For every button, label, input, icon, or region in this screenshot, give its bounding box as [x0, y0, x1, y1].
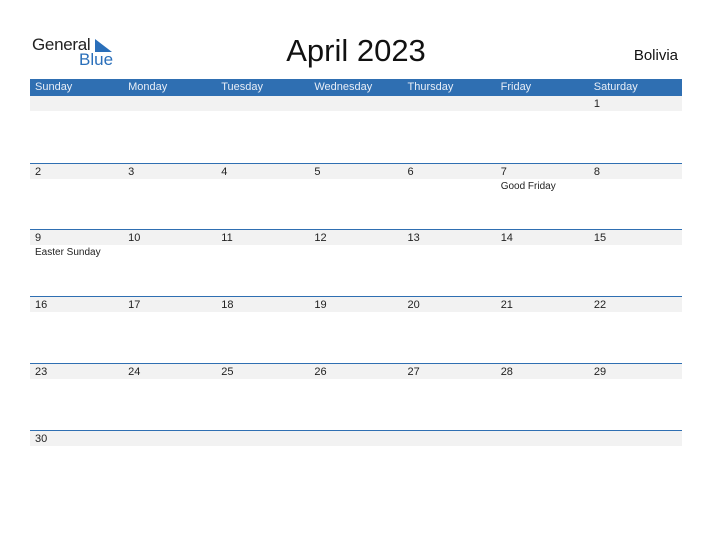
day-cell: 5	[309, 163, 402, 230]
day-cell: 4	[216, 163, 309, 230]
day-number: 13	[407, 232, 420, 244]
day-cell: 2	[30, 163, 123, 230]
week-row: 30	[30, 430, 682, 497]
day-cell	[309, 96, 402, 163]
day-cell: 20	[403, 296, 496, 363]
day-number: 29	[593, 366, 607, 378]
week-row: 16 17 18 19 20 21 22	[30, 296, 682, 363]
day-cell: 16	[30, 296, 123, 363]
day-cell	[309, 430, 402, 497]
day-number: 6	[407, 166, 414, 178]
day-cell: 26	[309, 363, 402, 430]
week-row: 1	[30, 96, 682, 163]
day-number: 28	[500, 366, 513, 378]
day-cell: 1	[589, 96, 682, 163]
day-cell: 18	[216, 296, 309, 363]
day-cell	[496, 96, 589, 163]
day-number: 10	[128, 232, 141, 244]
day-cell: 11	[216, 229, 309, 296]
day-number: 16	[35, 299, 48, 311]
holiday-label: Easter Sunday	[35, 247, 101, 258]
day-number: 25	[221, 366, 234, 378]
day-cell	[216, 430, 309, 497]
day-cell: 3	[123, 163, 216, 230]
day-number: 5	[314, 166, 321, 178]
page-title: April 2023	[286, 33, 426, 68]
country-label: Bolivia	[633, 47, 678, 64]
day-cell	[403, 430, 496, 497]
day-cell: 22	[589, 296, 682, 363]
day-number: 8	[593, 166, 600, 178]
day-cell	[589, 430, 682, 497]
day-number: 2	[35, 166, 42, 178]
day-number: 1	[593, 98, 600, 110]
day-cell: 14	[496, 229, 589, 296]
week-row: 2 3 4 5 6 7 Good Friday 8	[30, 163, 682, 230]
day-number: 15	[593, 232, 607, 244]
weekday-thursday: Thursday	[407, 81, 454, 93]
day-cell: 13	[403, 229, 496, 296]
day-cell: 10	[123, 229, 216, 296]
day-cell: 29	[589, 363, 682, 430]
day-cell: 7 Good Friday	[496, 163, 589, 230]
day-number: 4	[221, 166, 228, 178]
day-number: 23	[35, 366, 48, 378]
day-cell: 28	[496, 363, 589, 430]
day-cell: 21	[496, 296, 589, 363]
day-cell: 15	[589, 229, 682, 296]
day-number: 27	[407, 366, 420, 378]
day-cell: 17	[123, 296, 216, 363]
day-cell	[123, 430, 216, 497]
day-number: 18	[221, 299, 234, 311]
day-number: 12	[314, 232, 327, 244]
holiday-label: Good Friday	[500, 181, 556, 192]
day-number: 24	[128, 366, 141, 378]
day-cell: 30	[30, 430, 123, 497]
day-number: 26	[314, 366, 327, 378]
week-row: 9 Easter Sunday 10 11 12 13 14 15	[30, 229, 682, 296]
day-number: 17	[128, 299, 141, 311]
week-row: 23 24 25 26 27 28 29	[30, 363, 682, 430]
day-cell	[496, 430, 589, 497]
day-number: 14	[500, 232, 513, 244]
weekday-saturday: Saturday	[593, 81, 638, 93]
day-cell: 27	[403, 363, 496, 430]
day-cell	[403, 96, 496, 163]
day-cell: 9 Easter Sunday	[30, 229, 123, 296]
weekday-sunday: Sunday	[35, 81, 73, 93]
day-number: 21	[500, 299, 513, 311]
day-number: 30	[35, 433, 48, 445]
weekday-friday: Friday	[500, 81, 532, 93]
day-number: 22	[593, 299, 607, 311]
weekday-wednesday: Wednesday	[314, 81, 373, 93]
day-cell	[30, 96, 123, 163]
day-cell: 24	[123, 363, 216, 430]
day-cell: 23	[30, 363, 123, 430]
day-cell: 12	[309, 229, 402, 296]
day-number: 7	[500, 166, 507, 178]
day-number: 11	[221, 232, 233, 244]
day-cell: 8	[589, 163, 682, 230]
weekday-tuesday: Tuesday	[221, 81, 264, 93]
day-number: 9	[35, 232, 42, 244]
weekday-monday: Monday	[128, 81, 168, 93]
day-cell: 19	[309, 296, 402, 363]
day-number: 20	[407, 299, 420, 311]
day-cell: 6	[403, 163, 496, 230]
day-cell	[216, 96, 309, 163]
day-cell	[123, 96, 216, 163]
day-cell: 25	[216, 363, 309, 430]
day-number: 19	[314, 299, 327, 311]
weekday-header: Sunday Monday Tuesday Wednesday Thursday…	[30, 79, 682, 96]
day-number: 3	[128, 166, 135, 178]
